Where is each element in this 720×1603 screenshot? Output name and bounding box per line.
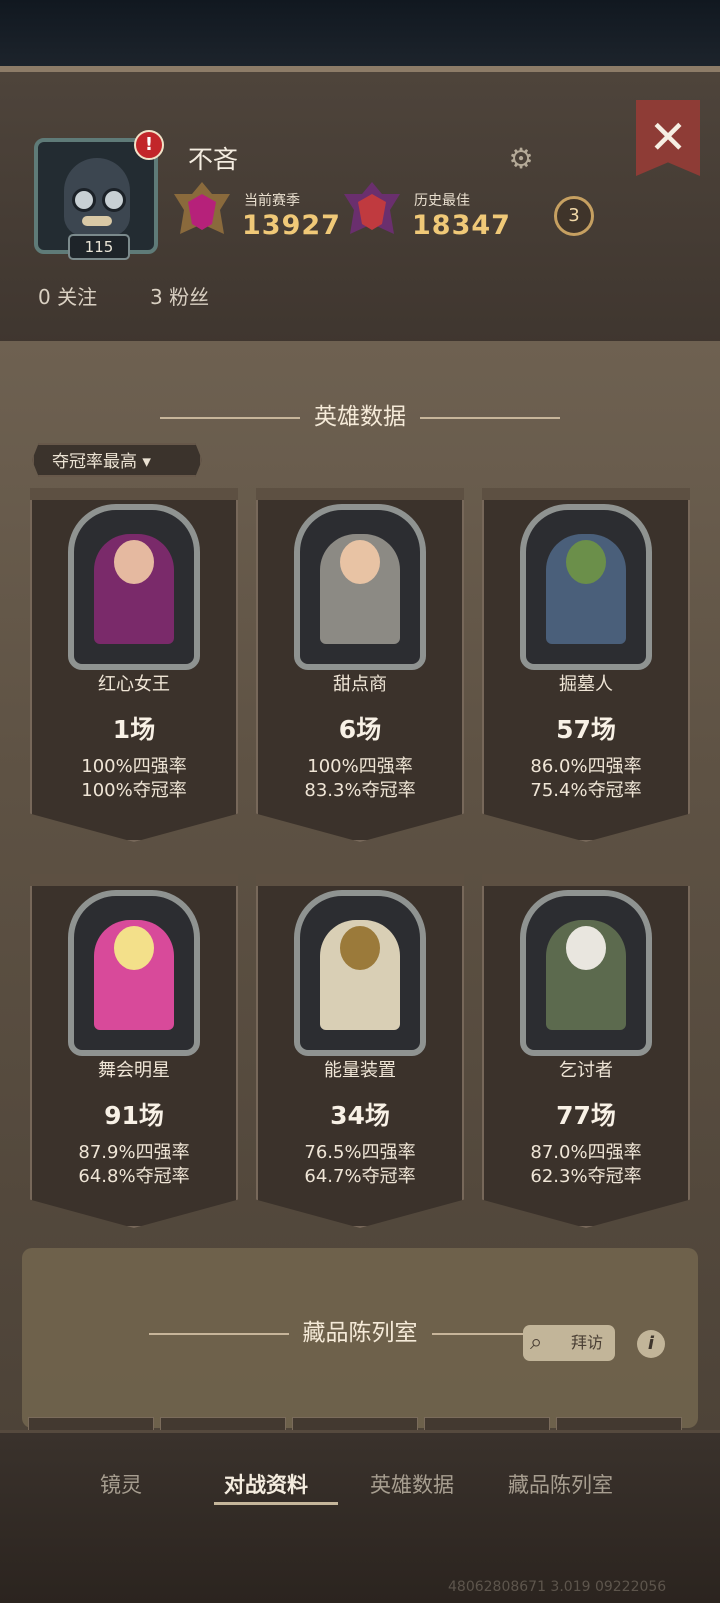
visit-label: 拜访	[570, 1333, 603, 1352]
hero-portrait	[520, 890, 652, 1056]
gear-icon[interactable]: ⚙	[506, 144, 536, 174]
divider-right	[420, 416, 560, 419]
hero-top4-rate: 100%四强率	[81, 756, 187, 777]
hero-card[interactable]: 红心女王 1场 100%四强率 100%夺冠率	[30, 488, 238, 842]
build-id: 48062808671 3.019 09222056	[448, 1579, 667, 1595]
portrait-head	[566, 540, 606, 584]
hero-top4-rate: 87.0%四强率	[530, 1142, 642, 1163]
level-tag: 115	[68, 234, 130, 260]
tab-hero-data[interactable]: 英雄数据	[370, 1469, 454, 1499]
hero-win-rate: 100%夺冠率	[81, 780, 187, 801]
best-label: 历史最佳	[414, 193, 470, 209]
bottom-tab-bar	[0, 1430, 720, 1603]
hero-card[interactable]: 掘墓人 57场 86.0%四强率 75.4%夺冠率	[482, 488, 690, 842]
fans-count[interactable]: 3 粉丝	[150, 281, 209, 310]
hero-name: 能量装置	[324, 1060, 396, 1081]
following-count[interactable]: 0 关注	[38, 281, 97, 310]
portrait-head	[340, 540, 380, 584]
season-rank-icon	[174, 182, 230, 234]
best-score: 18347	[412, 210, 511, 241]
hero-portrait	[68, 890, 200, 1056]
hero-win-rate: 75.4%夺冠率	[530, 780, 642, 801]
hero-card[interactable]: 乞讨者 77场 87.0%四强率 62.3%夺冠率	[482, 874, 690, 1228]
hero-card[interactable]: 舞会明星 91场 87.9%四强率 64.8%夺冠率	[30, 874, 238, 1228]
hero-name: 乞讨者	[559, 1060, 613, 1081]
search-icon: ⌕	[530, 1330, 543, 1355]
tab-mirror-spirit[interactable]: 镜灵	[100, 1469, 142, 1499]
hero-name: 甜点商	[333, 674, 387, 695]
goggle-right	[102, 188, 126, 212]
hero-section-title: 英雄数据	[0, 397, 720, 431]
hero-top4-rate: 87.9%四强率	[78, 1142, 190, 1163]
hero-name: 红心女王	[98, 674, 170, 695]
card-rim	[30, 488, 238, 500]
card-rim	[482, 874, 690, 886]
active-tab-underline	[214, 1502, 338, 1505]
portrait-head	[114, 926, 154, 970]
hero-card[interactable]: 能量装置 34场 76.5%四强率 64.7%夺冠率	[256, 874, 464, 1228]
divider-left	[148, 1332, 289, 1335]
season-label: 当前赛季	[244, 193, 300, 209]
best-rank-icon	[344, 182, 400, 234]
hero-games: 57场	[556, 715, 616, 744]
hero-section-label: 英雄数据	[314, 404, 406, 430]
card-rim	[256, 488, 464, 500]
hero-games: 91场	[104, 1101, 164, 1130]
season-score: 13927	[242, 210, 341, 241]
card-rim	[30, 874, 238, 886]
collection-label: 藏品陈列室	[302, 1320, 418, 1346]
hero-name: 舞会明星	[98, 1060, 170, 1081]
alert-badge[interactable]: !	[134, 130, 164, 160]
hero-name: 掘墓人	[559, 674, 613, 695]
portrait-head	[340, 926, 380, 970]
tab-collection-room[interactable]: 藏品陈列室	[508, 1469, 613, 1499]
player-name: 不吝	[188, 145, 239, 174]
mustache	[82, 216, 112, 226]
hero-top4-rate: 76.5%四强率	[304, 1142, 416, 1163]
hero-win-rate: 62.3%夺冠率	[530, 1166, 642, 1187]
hero-win-rate: 64.8%夺冠率	[78, 1166, 190, 1187]
hero-games: 6场	[338, 715, 382, 744]
hero-top4-rate: 86.0%四强率	[530, 756, 642, 777]
hero-win-rate: 83.3%夺冠率	[304, 780, 416, 801]
portrait-head	[566, 926, 606, 970]
hero-portrait	[68, 504, 200, 670]
card-rim	[482, 488, 690, 500]
card-rim	[256, 874, 464, 886]
crown-count-badge: 3	[554, 196, 594, 236]
hero-games: 1场	[112, 715, 156, 744]
portrait-head	[114, 540, 154, 584]
avatar-figure	[64, 158, 130, 236]
goggle-left	[72, 188, 96, 212]
hero-win-rate: 64.7%夺冠率	[304, 1166, 416, 1187]
hero-games: 34场	[330, 1101, 390, 1130]
sort-filter-dropdown[interactable]: 夺冠率最高 ▾	[32, 443, 202, 477]
hero-portrait	[294, 890, 426, 1056]
hero-top4-rate: 100%四强率	[307, 756, 413, 777]
tab-battle-records[interactable]: 对战资料	[224, 1469, 308, 1499]
chevron-down-icon: ▾	[142, 452, 151, 472]
hero-portrait	[294, 504, 426, 670]
hero-games: 77场	[556, 1101, 616, 1130]
divider-left	[160, 416, 300, 419]
sort-filter-label: 夺冠率最高	[52, 452, 137, 472]
hero-card[interactable]: 甜点商 6场 100%四强率 83.3%夺冠率	[256, 488, 464, 842]
hero-portrait	[520, 504, 652, 670]
info-icon[interactable]: i	[637, 1330, 665, 1358]
